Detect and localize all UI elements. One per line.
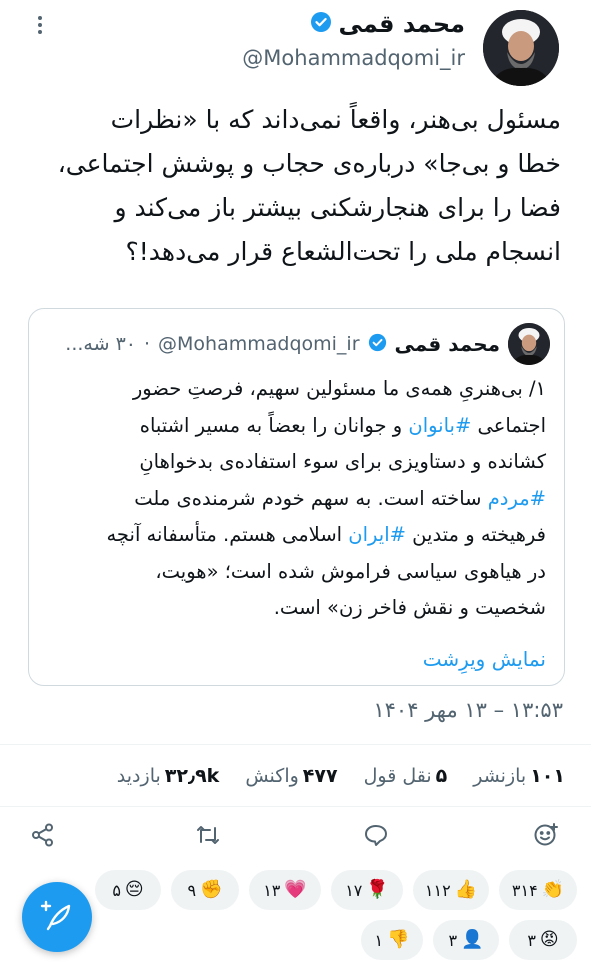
add-reaction-icon[interactable] xyxy=(531,820,561,850)
verified-badge-icon xyxy=(310,11,332,37)
reposts-count: ۱۰۱ xyxy=(530,765,565,787)
quoted-line: #مردم ساخته است. به سهم خودم شرمنده‌ی مل… xyxy=(45,481,546,518)
reaction-count: ۱۷ xyxy=(345,880,363,900)
quoted-author-avatar xyxy=(508,323,550,365)
person-emoji: 👤 xyxy=(461,929,484,950)
reaction-count: ۹ xyxy=(187,880,197,900)
reaction-thumbs-up[interactable]: 👍 ۱۱۲ xyxy=(413,870,489,910)
tweet-line: مسئول بی‌هنر، واقعاً نمی‌داند که با «نظر… xyxy=(110,105,561,134)
reaction-count: ۱۱۲ xyxy=(424,880,451,900)
quoted-line: اجتماعی #بانوان و جوانان را بعضاً به مسی… xyxy=(45,408,546,445)
reaction-person[interactable]: 👤 ۳ xyxy=(433,920,499,960)
author-avatar[interactable] xyxy=(483,10,559,86)
views-stat: ۳۲٫۹kبازدید xyxy=(117,765,220,787)
verified-badge-icon xyxy=(368,333,387,356)
quoted-line: در هیاهوی سیاسی فراموش شده است؛ «هویت، xyxy=(155,559,546,583)
tweet-line: خطا و بی‌جا» درباره‌ی حجاب و پوشش اجتماع… xyxy=(57,149,561,178)
repost-icon[interactable] xyxy=(193,820,223,850)
likes-label: واکنش xyxy=(245,765,299,787)
reaction-clap[interactable]: 👏 ۳۱۴ xyxy=(499,870,577,910)
quoted-author-handle: @Mohammadqomi_ir xyxy=(158,333,360,355)
tweet-timestamp[interactable]: ۱۳:۵۳ – ۱۳ مهر ۱۴۰۴ xyxy=(373,698,563,722)
likes-count: ۴۷۷ xyxy=(302,765,338,787)
reposts-stat[interactable]: ۱۰۱بازنشر xyxy=(473,765,565,787)
views-label: بازدید xyxy=(116,765,161,787)
quotes-stat[interactable]: ۵نقل قول xyxy=(364,765,448,787)
author-header: محمد قمی @Mohammadqomi_ir xyxy=(242,10,465,70)
rose-emoji: 🌹 xyxy=(366,879,389,900)
reaction-count: ۵ xyxy=(112,880,121,900)
more-options-icon[interactable] xyxy=(28,10,52,40)
hashtag-link[interactable]: #مردم xyxy=(488,487,546,510)
quoted-text: فرهیخته و متدین xyxy=(405,523,546,546)
hashtag-link[interactable]: #ایران xyxy=(348,523,406,546)
fist-emoji: ✊ xyxy=(200,879,223,900)
reaction-count: ۳ xyxy=(448,930,458,950)
thumbs-up-emoji: 👍 xyxy=(454,879,478,900)
quoted-line: شخصیت و نقش فاخر زن» است. xyxy=(273,596,546,619)
tweet-line: انسجام ملی را تحت‌الشعاع قرار می‌دهد!؟ xyxy=(125,237,561,266)
reaction-heart[interactable]: 💗 ۱۳ xyxy=(249,870,321,910)
likes-stat[interactable]: ۴۷۷واکنش xyxy=(245,765,337,787)
divider xyxy=(0,806,591,807)
reaction-fist[interactable]: ✊ ۹ xyxy=(171,870,239,910)
reaction-angry[interactable]: 😡 ۳ xyxy=(509,920,577,960)
reaction-count: ۱۳ xyxy=(263,880,281,900)
action-bar xyxy=(0,812,591,858)
pensive-emoji: 😔 xyxy=(124,879,144,900)
divider xyxy=(0,744,591,745)
quotes-count: ۵ xyxy=(435,765,448,787)
quoted-tweet-text: ۱/ بی‌هنریِ همه‌ی ما مسئولین سهیم، فرصتِ… xyxy=(45,371,546,627)
quoted-tweet-date: ۳۰ شه... xyxy=(65,333,136,355)
quoted-author-name: محمد قمی xyxy=(394,332,500,356)
author-name[interactable]: محمد قمی xyxy=(338,10,465,38)
hashtag-link[interactable]: #بانوان xyxy=(408,414,471,437)
angry-emoji: 😡 xyxy=(539,929,559,950)
reposts-label: بازنشر xyxy=(473,765,527,787)
quoted-line: فرهیخته و متدین #ایران اسلامی هستم. متأس… xyxy=(45,517,546,554)
separator-dot: · xyxy=(143,333,151,355)
tweet-line: فضا را برای هنجارشکنی بیشتر باز می‌کند و xyxy=(114,193,561,222)
tweet-stats: ۱۰۱بازنشر ۵نقل قول ۴۷۷واکنش ۳۲٫۹kبازدید xyxy=(20,756,565,796)
compose-feather-icon xyxy=(40,898,74,936)
reaction-thumbs-down[interactable]: 👎 ۱ xyxy=(361,920,423,960)
compose-button[interactable] xyxy=(22,882,92,952)
reaction-pensive[interactable]: 😔 ۵ xyxy=(95,870,161,910)
quoted-text: اجتماعی xyxy=(471,413,546,437)
thumbs-down-emoji: 👎 xyxy=(387,929,410,950)
reply-icon[interactable] xyxy=(361,820,391,850)
quoted-tweet-card[interactable]: محمد قمی @Mohammadqomi_ir · ۳۰ شه... ۱/ … xyxy=(28,308,565,686)
quoted-line: ۱/ بی‌هنریِ همه‌ی ما مسئولین سهیم، فرصتِ… xyxy=(132,377,546,400)
quoted-text: ساخته است. به سهم خودم شرمنده‌ی ملت xyxy=(134,486,488,510)
clap-emoji: 👏 xyxy=(541,879,565,900)
quoted-text: و جوانان را بعضاً به مسیر اشتباه xyxy=(139,413,409,437)
views-count: ۳۲٫۹k xyxy=(164,765,220,787)
quoted-line: کشانده و دستاویزی برای سوء استفاده‌ی بدخ… xyxy=(139,450,546,473)
quotes-label: نقل قول xyxy=(363,765,432,787)
reaction-rose[interactable]: 🌹 ۱۷ xyxy=(331,870,403,910)
share-icon[interactable] xyxy=(28,820,58,850)
heart-emoji: 💗 xyxy=(284,879,307,900)
tweet-text: مسئول بی‌هنر، واقعاً نمی‌داند که با «نظر… xyxy=(22,98,561,274)
quoted-text: اسلامی هستم. متأسفانه آنچه xyxy=(106,523,349,546)
show-more-link[interactable]: نمایش ویرِشت xyxy=(423,647,546,671)
reaction-count: ۳۱۴ xyxy=(511,880,538,900)
reaction-count: ۳ xyxy=(527,930,536,950)
quoted-tweet-header: محمد قمی @Mohammadqomi_ir · ۳۰ شه... xyxy=(43,323,550,365)
author-handle[interactable]: @Mohammadqomi_ir xyxy=(242,46,465,70)
reaction-count: ۱ xyxy=(374,930,384,950)
